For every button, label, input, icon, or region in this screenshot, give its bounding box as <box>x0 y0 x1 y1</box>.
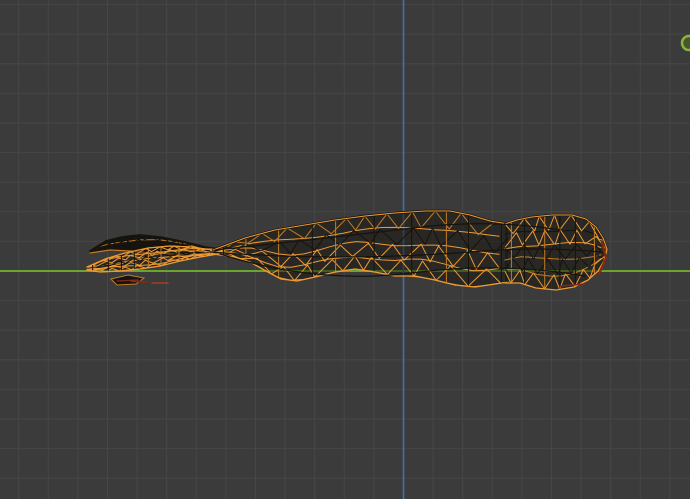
viewport-canvas[interactable] <box>0 0 690 499</box>
y-axis-gizmo-ball[interactable] <box>682 36 690 50</box>
3d-viewport[interactable] <box>0 0 690 499</box>
